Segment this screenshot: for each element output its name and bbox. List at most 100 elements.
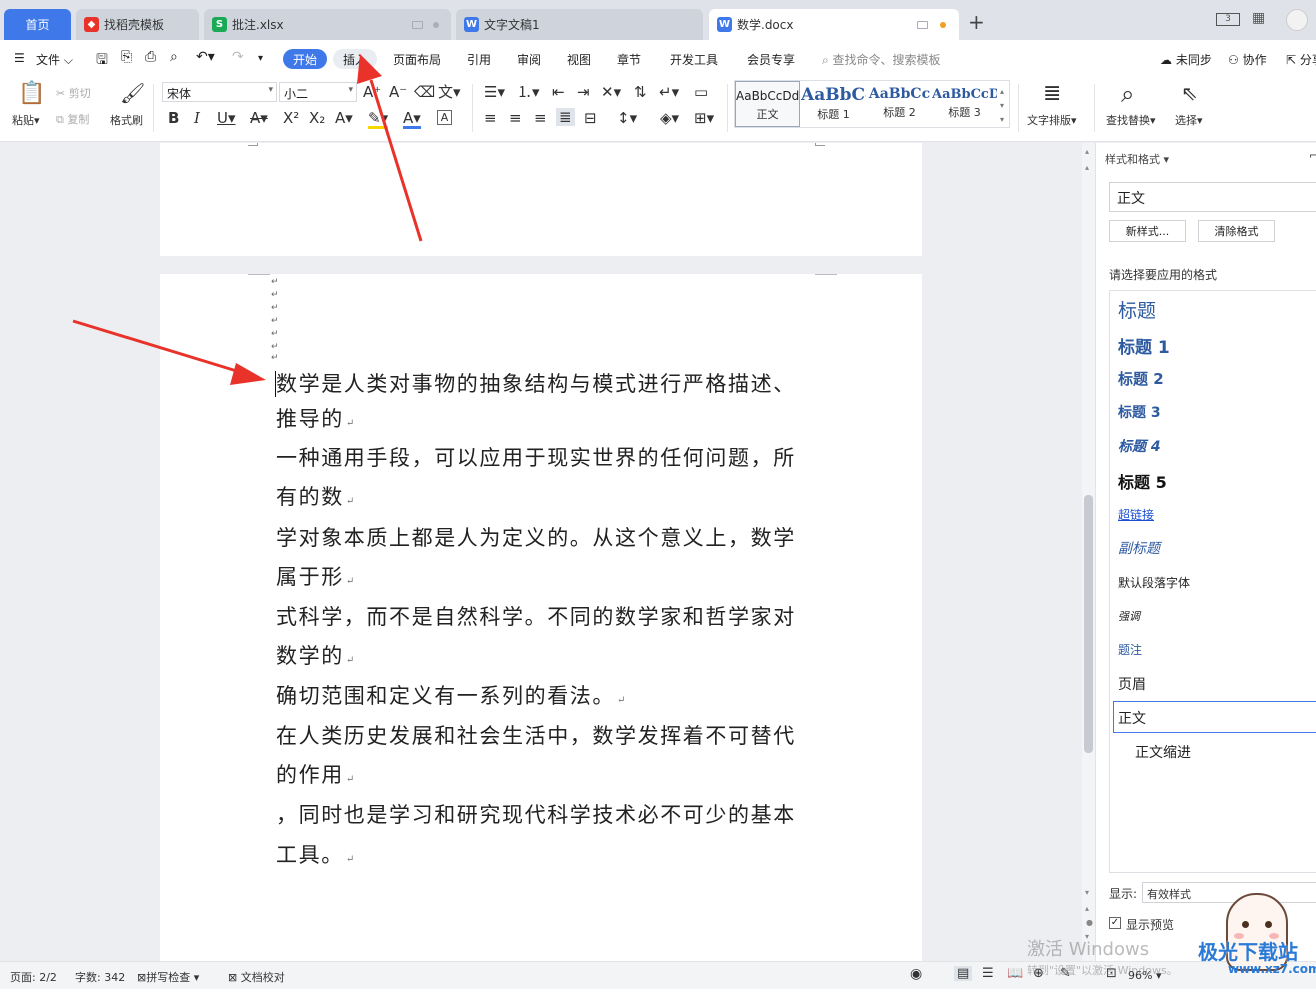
style-item-heading-2[interactable]: 标题 2: [1118, 368, 1164, 389]
vertical-scrollbar[interactable]: ▴ ▴ ▾ ▴ ● ▾: [1082, 143, 1095, 961]
print-preview-icon[interactable]: ⌕: [170, 49, 178, 65]
new-tab-button[interactable]: +: [968, 12, 985, 32]
bullet-list-icon[interactable]: ☰▾: [484, 84, 505, 100]
font-size-select[interactable]: 小二: [279, 82, 357, 102]
grow-font-icon[interactable]: A⁺: [363, 84, 381, 100]
chinese-layout-icon[interactable]: ✕▾: [601, 84, 621, 100]
text-layout-button[interactable]: 文字排版▾: [1027, 112, 1077, 128]
find-icon[interactable]: ⌕: [1121, 81, 1134, 107]
new-style-button[interactable]: 新样式...: [1109, 220, 1186, 242]
style-item-heading-3[interactable]: 标题 3: [1118, 402, 1161, 422]
tab-home[interactable]: 首页: [4, 9, 71, 40]
document-line[interactable]: 学对象本质上都是人为定义的。从这个意义上，数学: [276, 526, 796, 550]
menu-chapter[interactable]: 章节: [617, 51, 641, 68]
format-painter-button[interactable]: 格式刷: [110, 112, 143, 128]
read-view-icon[interactable]: 📖: [1007, 966, 1023, 981]
command-search[interactable]: ⌕ 查找命令、搜索模板: [822, 51, 941, 68]
line-spacing-icon[interactable]: ↕▾: [617, 110, 637, 126]
style-heading-3[interactable]: AaBbCcD 标题 3: [932, 81, 997, 127]
eye-icon[interactable]: ◉: [910, 966, 922, 982]
menu-start[interactable]: 开始: [283, 49, 327, 69]
show-marks-icon[interactable]: ↵▾: [659, 84, 679, 100]
sync-status[interactable]: ☁ 未同步: [1160, 51, 1212, 68]
preview-checkbox[interactable]: ✓: [1109, 917, 1121, 929]
style-item-heading-4[interactable]: 标题 4: [1118, 436, 1161, 456]
shrink-font-icon[interactable]: A⁻: [389, 84, 407, 100]
document-line[interactable]: 在人类历史发展和社会生活中，数学发挥着不可替代: [276, 724, 796, 748]
style-item-hyperlink[interactable]: 超链接: [1118, 506, 1154, 523]
collab-button[interactable]: ⚇ 协作: [1228, 51, 1267, 68]
document-line[interactable]: 确切范围和定义有一系列的看法。 ↵: [276, 684, 625, 713]
document-line[interactable]: 一种通用手段，可以应用于现实世界的任何问题，所: [276, 446, 796, 470]
align-right-icon[interactable]: ≡: [534, 110, 547, 126]
document-line[interactable]: 式科学，而不是自然科学。不同的数学家和哲学家对: [276, 605, 796, 629]
document-line[interactable]: 数学是人类对事物的抽象结构与模式进行严格描述、: [276, 372, 796, 396]
menu-review[interactable]: 审阅: [517, 51, 541, 68]
style-item-heading-5[interactable]: 标题 5: [1118, 469, 1167, 493]
page-count[interactable]: 页面: 2/2: [10, 969, 57, 985]
bold-icon[interactable]: B: [168, 110, 179, 126]
style-item-heading-1[interactable]: 标题 1: [1118, 333, 1170, 358]
word-count[interactable]: 字数: 342: [75, 969, 125, 985]
redo-icon[interactable]: ↷: [232, 49, 244, 65]
find-replace-button[interactable]: 查找替换▾: [1106, 112, 1156, 128]
style-normal[interactable]: AaBbCcDd 正文: [735, 81, 800, 127]
tab-spreadsheet[interactable]: S 批注.xlsx: [204, 9, 451, 40]
hamburger-icon[interactable]: ☰: [14, 51, 25, 65]
increase-indent-icon[interactable]: ⇥: [577, 84, 590, 100]
sort-icon[interactable]: ⇅: [634, 84, 647, 100]
scroll-down-icon[interactable]: ▾: [1085, 888, 1089, 897]
style-item-normal-selected[interactable]: 正文: [1113, 701, 1316, 733]
char-border-icon[interactable]: A: [437, 110, 452, 125]
document-line[interactable]: 推导的 ↵: [276, 407, 354, 436]
show-filter-select[interactable]: 有效样式: [1142, 882, 1316, 903]
document-line[interactable]: 的作用 ↵: [276, 763, 354, 792]
clear-format-button[interactable]: 清除格式: [1198, 220, 1275, 242]
save-icon[interactable]: 🖫: [96, 49, 108, 73]
menu-member[interactable]: 会员专享: [747, 51, 795, 68]
menu-developer[interactable]: 开发工具: [670, 51, 718, 68]
apps-grid-icon[interactable]: ▦: [1252, 10, 1265, 26]
export-icon[interactable]: ⎘: [121, 49, 132, 65]
scrollbar-thumb[interactable]: [1084, 495, 1093, 753]
clear-format-icon[interactable]: ⌫: [414, 84, 435, 100]
spellcheck-button[interactable]: ⊠拼写检查 ▾: [137, 969, 199, 985]
scroll-up-icon[interactable]: ▴: [1085, 147, 1089, 156]
strikethrough-icon[interactable]: A▾: [250, 110, 268, 126]
menu-references[interactable]: 引用: [467, 51, 491, 68]
menu-view[interactable]: 视图: [567, 51, 591, 68]
style-heading-1[interactable]: AaBbCc 标题 1: [801, 81, 866, 127]
cursor-select-icon[interactable]: ⇖: [1181, 82, 1198, 104]
gallery-expand[interactable]: ▾: [1000, 112, 1004, 128]
current-style-field[interactable]: 正文: [1109, 182, 1316, 212]
style-heading-2[interactable]: AaBbCc 标题 2: [867, 81, 932, 127]
copy-button[interactable]: ⧉ 复制: [56, 111, 89, 127]
customize-icon[interactable]: ▾: [258, 53, 263, 64]
paste-button[interactable]: 粘贴▾: [12, 112, 40, 128]
avatar[interactable]: [1286, 9, 1308, 31]
align-center-icon[interactable]: ≡: [509, 110, 522, 126]
cut-button[interactable]: ✂ 剪切: [56, 85, 91, 101]
undo-icon[interactable]: ↶▾: [196, 49, 215, 65]
share-button[interactable]: ⇱ 分享: [1286, 51, 1316, 68]
tab-writer-draft[interactable]: W 文字文稿1: [456, 9, 703, 40]
document-line[interactable]: 属于形 ↵: [276, 565, 354, 594]
subscript-icon[interactable]: X₂: [309, 110, 325, 126]
panel-title[interactable]: 样式和格式 ▾: [1105, 151, 1169, 167]
window-layout-icon[interactable]: 3: [1216, 13, 1240, 26]
style-item-normal-indent[interactable]: 正文缩进: [1135, 742, 1191, 762]
decrease-indent-icon[interactable]: ⇤: [552, 84, 565, 100]
file-menu[interactable]: 文件 ⌵: [36, 51, 73, 68]
style-item-title[interactable]: 标题: [1118, 296, 1156, 323]
proofread-button[interactable]: ⊠ 文档校对: [228, 969, 285, 985]
font-name-select[interactable]: 宋体: [162, 82, 277, 102]
distribute-icon[interactable]: ⊟: [584, 110, 597, 126]
page-view-icon[interactable]: ▤: [954, 966, 973, 981]
menu-insert[interactable]: 插入: [333, 49, 377, 69]
numbered-list-icon[interactable]: ⒈▾: [517, 84, 540, 100]
pin-icon[interactable]: ⌐: [1309, 149, 1316, 162]
text-layout-icon[interactable]: ≣: [1043, 82, 1061, 106]
paste-icon[interactable]: 📋: [18, 82, 45, 106]
italic-icon[interactable]: I: [194, 110, 200, 126]
format-painter-icon[interactable]: 🖌: [120, 82, 145, 104]
